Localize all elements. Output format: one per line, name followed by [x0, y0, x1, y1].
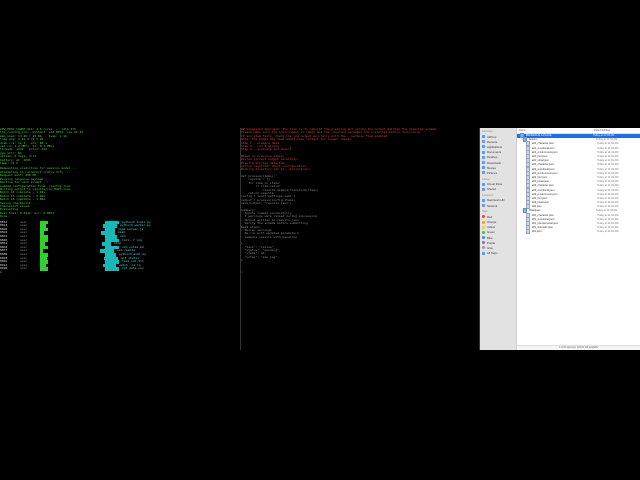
sidebar-item-label: Orange [487, 220, 497, 225]
file-date: Today at 11:04 AM [597, 146, 619, 150]
sidebar-item-label: Recents [487, 139, 498, 144]
folder-icon [482, 166, 485, 170]
process-command: cat data.csv [122, 266, 144, 271]
sidebar-item-label: Red [487, 214, 493, 219]
sidebar-item-label: Documents [487, 150, 502, 155]
column-name-header[interactable]: Name [517, 129, 594, 132]
sidebar-item-label: Applications [487, 144, 503, 149]
sidebar-item-label: Green [487, 230, 495, 235]
folder-icon [482, 135, 485, 139]
file-date: Today at 11:04 AM [596, 138, 618, 142]
code-block: def process(items): results = [] for ite… [241, 175, 479, 206]
tag-color-icon [482, 246, 485, 250]
folder-icon [482, 150, 485, 154]
file-name: d01.json [531, 230, 542, 234]
folder-icon [482, 187, 485, 191]
status-bar: 1 of 24 selected, 128.61 GB available [517, 345, 640, 350]
tag-color-icon [482, 236, 485, 240]
code-line: save(output, 'results.json') [241, 202, 292, 206]
sidebar-item-label: Macintosh HD [487, 198, 505, 203]
plan-text: Based on previous steps: Review current o… [241, 155, 479, 172]
sidebar-item-label: iCloud Drive [487, 182, 503, 187]
file-date: Today at 11:04 AM [597, 150, 619, 154]
file-date: Today at 11:04 AM [597, 155, 619, 159]
sidebar-item-label: All Tags... [487, 251, 500, 256]
stat-line: temp: 72 C [0, 162, 19, 166]
sidebar-item[interactable]: All Tags... [480, 251, 516, 256]
file-date: Today at 11:04 AM [597, 171, 619, 175]
plan-line: Working directory set to ./project/src [241, 168, 310, 172]
folder-icon [482, 198, 485, 202]
file-date: Today at 11:04 AM [597, 180, 619, 184]
file-date: Today at 11:04 AM [597, 159, 619, 163]
finder-sidebar: Favorites AirDrop Recents Applications Docum… [480, 128, 517, 350]
file-date: Today at 11:04 AM [596, 209, 618, 213]
file-date: Today at 11:04 AM [597, 230, 619, 234]
folder-icon [482, 204, 485, 208]
sidebar-item-label: AirDrop [487, 134, 497, 139]
sidebar-item-label: Downloads [487, 160, 501, 165]
cpu-bar [40, 267, 48, 271]
file-date: Today at 11:04 AM [597, 188, 619, 192]
terminal-left[interactable]: CPU_PROC_COUNT_ALL: 4.5 cores ~ idle 27%… [0, 128, 240, 350]
sidebar-item-label: Yellow [487, 225, 495, 230]
sidebar-item-label: Gray [487, 245, 494, 250]
file-date: Today at 11:04 AM [597, 201, 619, 205]
terminal-prompt-right[interactable]: > [241, 271, 479, 274]
file-date: Today at 11:04 AM [593, 134, 615, 138]
sidebar-item-label: Pictures [487, 170, 498, 175]
file-date: Today at 11:04 AM [597, 167, 619, 171]
mem-bar [105, 267, 119, 271]
folder-icon [482, 182, 485, 186]
tag-color-icon [482, 230, 485, 234]
file-date: Today at 11:04 AM [597, 205, 619, 209]
sidebar-item-label: Shared [487, 187, 497, 192]
log-line: Done. [0, 215, 10, 219]
sidebar-item-label: Network [487, 203, 498, 208]
tag-color-icon [482, 215, 485, 219]
process-command: tail -f log [122, 237, 142, 242]
terminal-right[interactable]: ## Suggested approach: the task is to re… [241, 128, 479, 350]
folder-icon [482, 171, 485, 175]
intro-text: ## Suggested approach: the task is to re… [241, 128, 479, 152]
note-line: - Compare results with baseline [241, 235, 297, 239]
folder-icon [482, 145, 485, 149]
notes-text: Summary: - Inputs loaded successfully - 3 … [241, 209, 479, 240]
intro-line: Step 3 - evaluate and export [241, 148, 292, 152]
sidebar-item-label: Movies [487, 165, 496, 170]
process-pid: 8920 [0, 266, 8, 271]
file-date: Today at 11:04 AM [597, 226, 619, 230]
folder-icon [482, 140, 485, 144]
folder-icon [482, 155, 485, 159]
file-date: Today at 11:04 AM [597, 222, 619, 226]
file-date: Today at 11:04 AM [597, 213, 619, 217]
json-block: { "task": "review", "status": "pending",… [241, 242, 479, 262]
file-row[interactable]: d01.json Today at 11:04 AM [517, 229, 640, 235]
column-date-header[interactable]: Date Modified [594, 129, 638, 132]
sidebar-item-label: Purple [487, 240, 496, 245]
folder-icon [482, 251, 485, 255]
file-date: Today at 11:04 AM [597, 196, 619, 200]
file-date: Today at 11:04 AM [597, 142, 619, 146]
file-date: Today at 11:04 AM [597, 175, 619, 179]
process-table: 8812 user python3 train.py 8813 user python3 … [0, 220, 240, 271]
file-date: Today at 11:04 AM [597, 217, 619, 221]
system-stats: CPU_PROC_COUNT_ALL: 4.5 cores ~ idle 27%… [0, 128, 240, 165]
log-output: Requesting prediction for session model … [0, 167, 240, 218]
document-icon [526, 229, 531, 235]
terminal-prompt[interactable]: $ [0, 271, 240, 274]
sidebar-item-label: Blue [487, 235, 493, 240]
file-date: Today at 11:04 AM [597, 184, 619, 188]
finder-file-list[interactable]: Name Date Modified v BROKEN IN A PLACE Tod… [517, 128, 640, 350]
json-line: } [241, 259, 243, 263]
file-date: Today at 11:04 AM [597, 163, 619, 167]
tag-color-icon [482, 225, 485, 229]
process-user: user [20, 266, 28, 271]
tag-color-icon [482, 220, 485, 224]
file-date: Today at 11:04 AM [597, 192, 619, 196]
finder-window[interactable]: Favorites AirDrop Recents Applications Docum… [480, 128, 640, 350]
sidebar-item-label: Desktop [487, 155, 498, 160]
folder-icon [482, 161, 485, 165]
tag-color-icon [482, 241, 485, 245]
